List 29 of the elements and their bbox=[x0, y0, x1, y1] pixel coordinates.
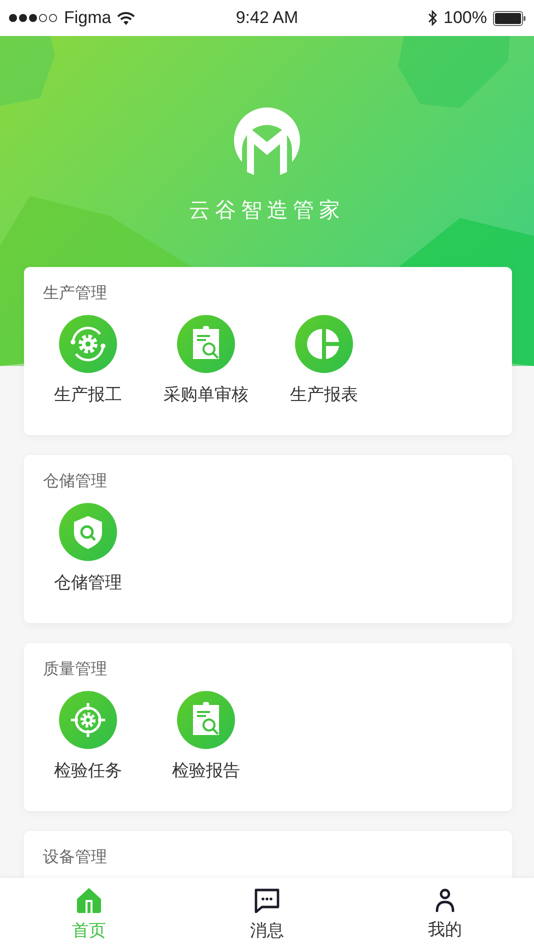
section-title: 仓储管理 bbox=[43, 471, 108, 491]
feature-entry[interactable]: 生产报工 bbox=[29, 315, 147, 406]
tab-item[interactable]: 我的 bbox=[356, 878, 534, 950]
clock-time: 9:42 AM bbox=[236, 8, 298, 28]
app-title: 云谷智造管家 bbox=[189, 197, 345, 224]
feature-entry[interactable]: 仓储管理 bbox=[29, 503, 147, 594]
clipboard-search-icon bbox=[177, 315, 235, 373]
feature-entry[interactable]: 生产报表 bbox=[265, 315, 383, 406]
target-gear-icon bbox=[59, 691, 117, 749]
bluetooth-icon bbox=[428, 10, 438, 26]
clipboard-search-icon bbox=[177, 691, 235, 749]
pie-chart-icon bbox=[295, 315, 353, 373]
feature-entry[interactable]: 检验任务 bbox=[29, 691, 147, 782]
section-title: 生产管理 bbox=[43, 283, 108, 303]
section-title: 设备管理 bbox=[43, 847, 108, 867]
battery-icon bbox=[493, 10, 526, 26]
signal-icon bbox=[8, 13, 58, 23]
battery-percent: 100% bbox=[444, 8, 487, 28]
chat-icon bbox=[254, 888, 280, 913]
tab-item[interactable]: 消息 bbox=[178, 878, 356, 950]
home-icon bbox=[77, 888, 101, 913]
feature-entry[interactable]: 检验报告 bbox=[147, 691, 265, 782]
gear-sync-icon bbox=[59, 315, 117, 373]
carrier-name: Figma bbox=[64, 8, 112, 28]
section-title: 质量管理 bbox=[43, 659, 108, 679]
wifi-icon bbox=[117, 12, 136, 24]
shield-search-icon bbox=[59, 503, 117, 561]
feature-entry[interactable]: 采购单审核 bbox=[147, 315, 265, 406]
person-icon bbox=[435, 888, 455, 912]
